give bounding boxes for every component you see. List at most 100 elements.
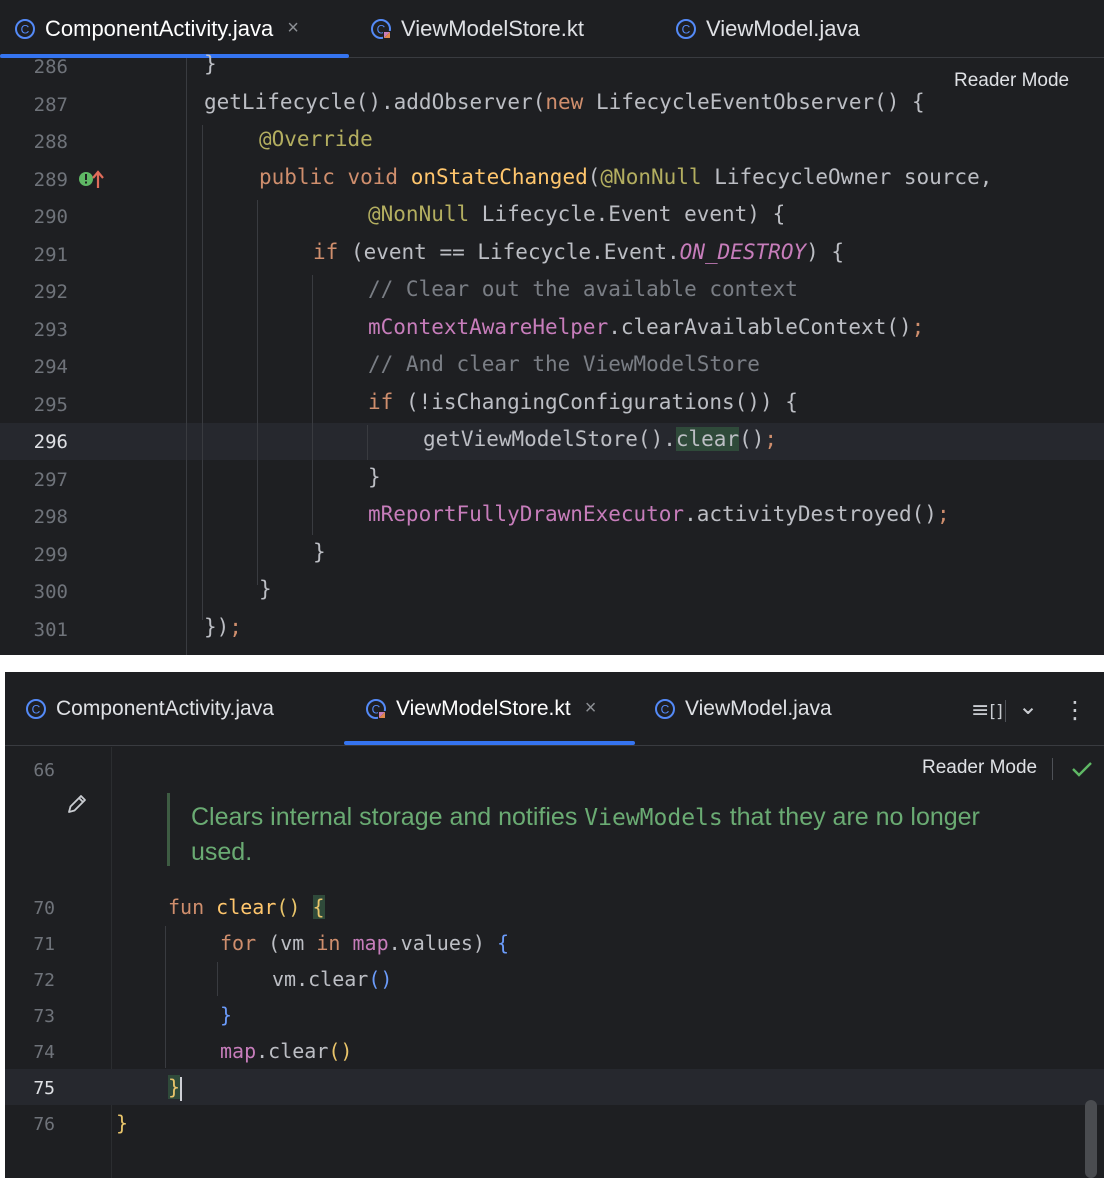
- editor-tab-bar: C ComponentActivity.java × C ViewModelSt…: [0, 0, 1104, 58]
- code-line-current: getViewModelStore().clear();: [423, 427, 778, 451]
- toolbar-divider: [1052, 758, 1053, 780]
- line-number: 290: [33, 206, 68, 228]
- line-number: 286: [33, 56, 68, 78]
- code-line: }: [116, 1111, 129, 1135]
- line-number: 294: [33, 356, 68, 378]
- line-number: 74: [33, 1042, 55, 1063]
- line-number: 293: [33, 319, 68, 341]
- code-line: map.clear(): [220, 1039, 353, 1063]
- chevron-down-icon[interactable]: ⌄: [1018, 692, 1038, 720]
- doc-comment-bar: [167, 793, 170, 866]
- editor-pane-top: C ComponentActivity.java × C ViewModelSt…: [0, 0, 1104, 655]
- code-line: mReportFullyDrawnExecutor.activityDestro…: [368, 502, 950, 526]
- tab-viewmodel-java[interactable]: C ViewModel.java: [675, 0, 860, 57]
- rendered-doc-comment: Clears internal storage and notifies Vie…: [191, 803, 980, 866]
- line-number: 72: [33, 970, 55, 991]
- code-line: mContextAwareHelper.clearAvailableContex…: [368, 315, 925, 339]
- code-line: }: [368, 465, 381, 489]
- tab-label: ViewModelStore.kt: [396, 696, 571, 720]
- java-class-icon: C: [26, 698, 46, 719]
- line-number: 297: [33, 469, 68, 491]
- svg-text:C: C: [21, 22, 30, 36]
- code-line: getLifecycle().addObserver(new Lifecycle…: [204, 90, 925, 114]
- line-number-current: 75: [33, 1078, 55, 1099]
- svg-text:C: C: [661, 702, 670, 716]
- line-number: 300: [33, 581, 68, 603]
- java-class-icon: C: [655, 698, 675, 719]
- code-line: }: [204, 52, 217, 76]
- checkmark-icon[interactable]: [1071, 760, 1093, 778]
- indent-guide: [257, 200, 258, 585]
- toolbar-divider: [1005, 700, 1006, 722]
- line-number: 299: [33, 544, 68, 566]
- code-line: vm.clear(): [272, 967, 393, 991]
- pencil-icon[interactable]: [65, 792, 89, 816]
- tab-component-activity-java[interactable]: C ComponentActivity.java ×: [14, 0, 299, 57]
- tab-label: ViewModel.java: [706, 15, 860, 41]
- reader-mode-toggle[interactable]: Reader Mode: [922, 757, 1037, 779]
- tab-viewmodel-java[interactable]: C ViewModel.java: [654, 672, 832, 745]
- code-line: // Clear out the available context: [368, 277, 798, 301]
- editor-pane-bottom: C ComponentActivity.java C ViewModelStor…: [5, 672, 1104, 1178]
- indent-guide: [186, 58, 187, 655]
- line-number: 289: [33, 169, 68, 191]
- tab-viewmodelstore-kt[interactable]: C ViewModelStore.kt ×: [365, 672, 596, 745]
- line-number: 288: [33, 131, 68, 153]
- indent-guide: [217, 962, 218, 996]
- code-line: }: [313, 540, 326, 564]
- indent-guide: [202, 125, 203, 620]
- svg-text:C: C: [682, 22, 691, 36]
- close-tab-icon[interactable]: ×: [287, 17, 299, 40]
- code-line: if (event == Lifecycle.Event.ON_DESTROY)…: [313, 240, 845, 264]
- text-caret: [180, 1076, 183, 1101]
- line-number: 70: [33, 898, 55, 919]
- tab-component-activity-java[interactable]: C ComponentActivity.java: [25, 672, 274, 745]
- code-line: }: [220, 1003, 233, 1027]
- more-options-icon[interactable]: ⋮: [1063, 696, 1087, 724]
- line-number: 71: [33, 934, 55, 955]
- indent-guide: [312, 275, 313, 535]
- tab-list-button[interactable]: ≡[]: [971, 698, 1003, 723]
- list-icon: ≡: [971, 698, 990, 723]
- tab-label: ViewModelStore.kt: [401, 15, 585, 41]
- tab-viewmodelstore-kt[interactable]: C ViewModelStore.kt: [370, 0, 584, 57]
- code-line-current: }: [168, 1075, 183, 1101]
- line-number: 295: [33, 394, 68, 416]
- line-number: 287: [33, 94, 68, 116]
- code-line: @NonNull Lifecycle.Event event) {: [368, 202, 786, 226]
- line-number: 66: [33, 760, 55, 781]
- code-line: fun clear() {: [168, 895, 325, 919]
- kotlin-class-icon: C: [371, 18, 391, 39]
- override-method-icon[interactable]: [78, 168, 104, 190]
- svg-text:C: C: [32, 702, 41, 716]
- gutter-separator: [111, 747, 112, 1178]
- line-number-current: 296: [33, 431, 68, 453]
- indent-guide: [165, 926, 166, 1068]
- tab-label: ViewModel.java: [685, 696, 832, 720]
- kotlin-class-icon: C: [366, 698, 386, 719]
- tab-label: ComponentActivity.java: [56, 696, 274, 720]
- java-class-icon: C: [676, 18, 696, 39]
- bracket-icon: []: [989, 702, 1003, 722]
- code-line: for (vm in map.values) {: [220, 931, 510, 955]
- reader-mode-toggle[interactable]: Reader Mode: [954, 70, 1069, 92]
- java-class-icon: C: [15, 18, 35, 39]
- code-line: // And clear the ViewModelStore: [368, 352, 760, 376]
- line-number: 76: [33, 1114, 55, 1135]
- vertical-scrollbar[interactable]: [1085, 1100, 1097, 1178]
- line-number: 298: [33, 506, 68, 528]
- code-line: }: [259, 577, 272, 601]
- line-number: 291: [33, 244, 68, 266]
- editor-tab-bar: C ComponentActivity.java C ViewModelStor…: [5, 672, 1104, 746]
- tab-label: ComponentActivity.java: [45, 15, 274, 41]
- code-line: if (!isChangingConfigurations()) {: [368, 390, 798, 414]
- indent-guide: [367, 425, 368, 460]
- active-tab-indicator: [344, 741, 635, 745]
- line-number: 301: [33, 619, 68, 641]
- close-tab-icon[interactable]: ×: [585, 697, 597, 720]
- code-line: public void onStateChanged(@NonNull Life…: [259, 165, 993, 189]
- line-number: 73: [33, 1006, 55, 1027]
- code-line: });: [204, 615, 242, 639]
- line-number: 292: [33, 281, 68, 303]
- code-line: @Override: [259, 127, 373, 151]
